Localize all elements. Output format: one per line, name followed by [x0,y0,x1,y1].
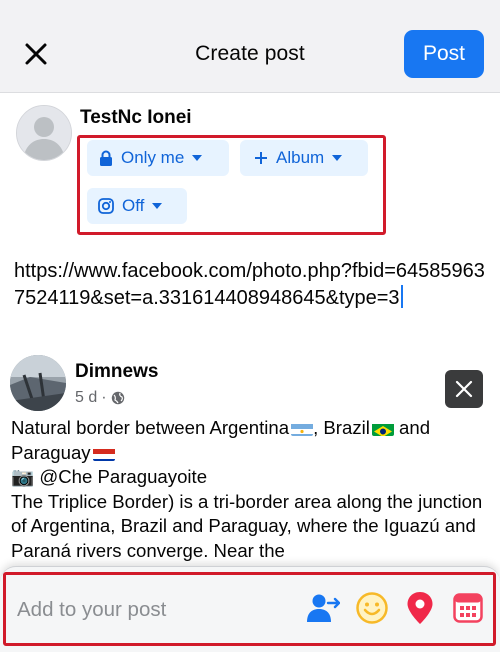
privacy-selector[interactable]: Only me [87,140,229,176]
shared-body-text: The Triplice Border) is a tri-border are… [11,490,483,561]
remove-shared-post-button[interactable] [445,370,483,408]
shared-line-1: Natural border between Argentina , Brazil… [11,416,491,441]
location-icon [407,592,433,624]
header-bar: Create post Post [0,0,500,93]
instagram-icon [98,198,114,214]
text-caret [400,285,403,308]
instagram-share-selector[interactable]: Off [87,188,187,224]
feeling-icon [356,592,388,624]
shared-credit-line: 📷 @Che Paraguayoite [11,465,491,490]
meta-separator: · [101,389,107,406]
tag-people-icon [307,594,340,622]
shared-post-meta: 5 d · [75,389,125,407]
lock-icon [100,150,112,166]
globe-icon [111,391,124,405]
post-button[interactable]: Post [404,30,484,78]
shared-avatar-image [10,355,66,411]
paraguay-flag-icon [92,446,115,461]
shared-post-text: Natural border between Argentina , Brazil… [11,416,491,563]
close-icon [455,380,473,398]
tag-people-button[interactable] [306,591,340,625]
text-and: and [393,417,431,438]
album-label: Album [276,148,325,167]
caret-down-icon [192,155,203,161]
text-argentina: Natural border between Argentina [11,417,290,438]
event-icon [453,593,483,623]
post-text-input[interactable]: https://www.facebook.com/photo.php?fbid=… [14,258,490,312]
plus-icon [255,152,267,164]
argentina-flag-icon [291,421,314,436]
caret-down-icon [332,155,343,161]
post-time: 5 d [75,389,98,406]
album-selector[interactable]: Album [240,140,368,176]
author-name: TestNc Ionei [80,107,192,128]
location-button[interactable] [403,591,437,625]
default-avatar-icon [17,106,71,160]
privacy-label: Only me [121,148,185,167]
text-paraguay: Paraguay [11,441,91,463]
instagram-label: Off [122,196,145,215]
add-to-post-label[interactable]: Add to your post [17,598,166,622]
event-button[interactable] [451,591,485,625]
text-brazil: , Brazil [313,417,370,438]
shared-line-2: Paraguay [11,441,491,466]
feeling-button[interactable] [355,591,389,625]
credit-text: @Che Paraguayoite [34,466,208,487]
avatar[interactable] [16,105,72,161]
shared-author-avatar [10,355,66,411]
brazil-flag-icon [371,421,394,436]
post-text: https://www.facebook.com/photo.php?fbid=… [14,260,485,309]
caret-down-icon [152,203,163,209]
shared-author-name[interactable]: Dimnews [75,361,158,383]
camera-icon: 📷 [11,466,35,487]
